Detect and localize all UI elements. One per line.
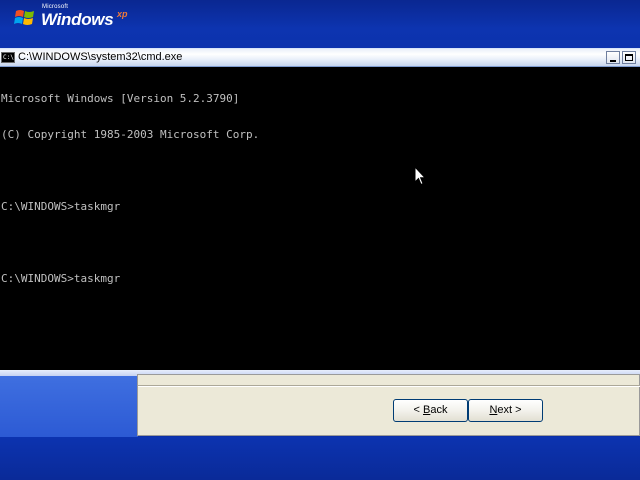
wizard-separator [138, 385, 640, 387]
maximize-icon [625, 54, 633, 61]
windows-flag-icon [14, 10, 34, 25]
wizard-button-panel: < Back Next > [137, 374, 640, 436]
setup-header: Microsoft Windows xp [0, 0, 640, 48]
minimize-icon [610, 60, 616, 62]
logo-xp-text: xp [117, 9, 128, 19]
console-line-command: C:\WINDOWS>taskmgr [1, 200, 121, 213]
footer-left-panel [0, 376, 138, 438]
console-line-version: Microsoft Windows [Version 5.2.3790] [1, 92, 240, 105]
next-button-rest: ext > [497, 404, 522, 416]
bottom-band [0, 437, 640, 480]
windows-xp-logo: Microsoft Windows xp [14, 4, 154, 32]
mouse-pointer-icon [414, 166, 426, 186]
console-output[interactable]: Microsoft Windows [Version 5.2.3790] (C)… [0, 68, 640, 370]
console-titlebar[interactable]: C:\ C:\WINDOWS\system32\cmd.exe [0, 49, 640, 67]
console-window[interactable]: C:\ C:\WINDOWS\system32\cmd.exe Microsof… [0, 48, 640, 370]
console-line-copyright: (C) Copyright 1985-2003 Microsoft Corp. [1, 128, 260, 141]
back-button-prefix: < [413, 404, 423, 416]
back-button[interactable]: < Back [393, 399, 468, 422]
back-button-rest: ack [430, 404, 448, 416]
next-button[interactable]: Next > [468, 399, 543, 422]
logo-windows-text: Windows [41, 10, 114, 29]
minimize-button[interactable] [606, 51, 620, 64]
console-line-command: C:\WINDOWS>taskmgr [1, 272, 121, 285]
console-title: C:\WINDOWS\system32\cmd.exe [18, 51, 183, 63]
desktop: Microsoft Windows xp C:\ C:\WINDOWS\syst… [0, 0, 640, 480]
console-icon[interactable]: C:\ [1, 52, 15, 63]
maximize-button[interactable] [622, 51, 636, 64]
